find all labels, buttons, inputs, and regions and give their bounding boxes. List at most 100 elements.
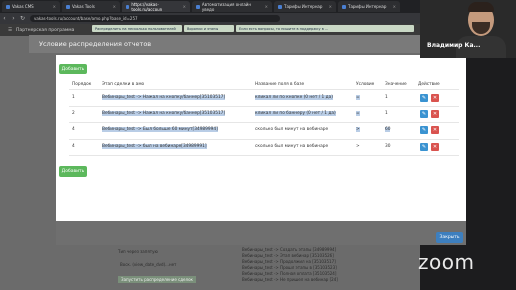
participant-name: Владимир Ка... [427, 42, 481, 49]
table-divider [69, 106, 459, 107]
favicon-icon [126, 4, 130, 9]
row-field: кликал ли по кнопке (0 нет / 1 да) [255, 95, 333, 100]
tab-label: Тарифы Интернар [348, 4, 387, 9]
back-icon[interactable]: ‹ [0, 15, 9, 22]
notice-2: Воронки и этапы [184, 25, 234, 32]
url-input[interactable]: vakas-tools.ru/account/base/amo.php?base… [30, 15, 280, 22]
row-condition: = [356, 95, 360, 100]
row-stage: Вебинары_test -> Нажал на кнопку/баннер[… [102, 111, 226, 116]
row-field: сколько был минут на вебинаре [255, 127, 329, 132]
col-value-header: Значение [385, 82, 407, 87]
row-condition: = [356, 111, 360, 116]
tab-account[interactable]: https://vakas-tools.ru/accoun × [122, 1, 190, 12]
bg-stage-line: Вебинары_test -> Создать этапы [34989994… [242, 247, 337, 252]
close-icon[interactable]: × [113, 4, 116, 9]
table-divider [69, 122, 459, 123]
close-icon: ✕ [432, 95, 438, 101]
row-condition: > [356, 127, 360, 132]
tab-tariffs-1[interactable]: Тарифы Интернар × [274, 1, 336, 12]
row-value: 1 [385, 111, 388, 116]
close-icon[interactable]: × [393, 4, 396, 9]
row-order: 1 [72, 95, 75, 100]
row-field: кликал ли по баннеру (0 нет / 1 да) [255, 111, 336, 116]
modal-header: Условие распределения отчетов [29, 35, 466, 53]
row-field: сколько был минут на вебинаре [255, 144, 329, 149]
add-button-bottom[interactable]: Добавить [59, 166, 87, 177]
nav-label[interactable]: Партнерская программа [16, 28, 74, 33]
favicon-icon [278, 4, 282, 9]
delete-button[interactable]: ✕ [431, 126, 439, 134]
row-order: 4 [72, 144, 75, 149]
bg-label: Тип через запятую [118, 249, 158, 254]
table-divider [69, 89, 459, 90]
edit-button[interactable]: ✎ [420, 110, 428, 118]
delete-button[interactable]: ✕ [431, 143, 439, 151]
favicon-icon [342, 4, 346, 9]
close-icon[interactable]: × [265, 4, 268, 9]
bg-stage-line: Вебинары_test -> Полная оплата [35103524… [242, 271, 337, 276]
close-icon[interactable]: × [329, 4, 332, 9]
nav-icon: ☰ [8, 27, 13, 33]
edit-button[interactable]: ✎ [420, 94, 428, 102]
notice-3: Если есть вопросы, то пишите в поддержку… [236, 25, 414, 32]
delete-button[interactable]: ✕ [431, 94, 439, 102]
bg-stage-line: Вебинары_test -> Не пришел на вебинар [2… [242, 277, 338, 282]
participant-video [420, 0, 516, 58]
pencil-icon: ✎ [421, 95, 427, 101]
pencil-icon: ✎ [421, 127, 427, 133]
url-text: vakas-tools.ru/account/base/amo.php?base… [34, 16, 138, 21]
col-action-header: Действие [418, 82, 440, 87]
edit-button[interactable]: ✎ [420, 126, 428, 134]
close-icon: ✕ [432, 127, 438, 133]
row-value: 1 [385, 95, 388, 100]
col-order-header: Порядок [72, 82, 92, 87]
participant-hair [468, 2, 494, 12]
col-condition-header: Условие [356, 82, 375, 87]
modal-body [56, 55, 466, 221]
favicon-icon [6, 4, 10, 9]
tab-vakas-tools[interactable]: Vakas Tools × [62, 1, 120, 12]
row-order: 4 [72, 127, 75, 132]
bg-stage-line: Вебинары_test -> Прошл этапы в [35103523… [242, 265, 337, 270]
row-order: 2 [72, 111, 75, 116]
bg-stage-line: Вебинары_test -> Продолжил на [35103517] [242, 259, 336, 264]
distribute-button[interactable]: Запустить распределение сделок [118, 276, 196, 283]
tab-tariffs-2[interactable]: Тарифы Интернар × [338, 1, 400, 12]
tab-automation[interactable]: Автоматизация онлайн уведо × [192, 1, 272, 12]
zoom-logo: zoom [418, 250, 475, 274]
close-icon: ✕ [432, 111, 438, 117]
row-value: 60 [385, 127, 391, 132]
row-value: 30 [385, 144, 391, 149]
tab-label: Тарифы Интернар [284, 4, 323, 9]
edit-button[interactable]: ✎ [420, 143, 428, 151]
col-stage-header: Этап сделки в амо [102, 82, 145, 87]
tab-label: https://vakas-tools.ru/accoun [131, 1, 163, 12]
tab-label: Автоматизация онлайн уведо [201, 1, 252, 12]
col-field-header: Название поля в базе [255, 82, 305, 87]
delete-button[interactable]: ✕ [431, 110, 439, 118]
row-condition: > [356, 144, 360, 149]
row-stage: Вебинары_test -> Нажал на кнопку/баннер[… [102, 95, 226, 100]
row-stage: Вебинары_test -> был на вебинаре[3498999… [102, 144, 207, 149]
modal-title: Условие распределения отчетов [39, 40, 152, 48]
notice-1: Распределить на несколько пользователей [92, 25, 182, 32]
add-button[interactable]: Добавить [59, 64, 87, 74]
favicon-icon [196, 4, 200, 9]
pencil-icon: ✎ [421, 144, 427, 150]
pencil-icon: ✎ [421, 111, 427, 117]
tab-label: Vakas Tools [72, 4, 95, 9]
tab-vakas-cms[interactable]: Vakas CMS × [2, 1, 60, 12]
favicon-icon [66, 4, 70, 9]
close-icon: ✕ [432, 144, 438, 150]
tab-label: Vakas CMS [12, 4, 34, 9]
modal-footer [56, 221, 466, 245]
table-divider [69, 139, 459, 140]
row-stage: Вебинары_test -> Был больше 60 минут[349… [102, 127, 218, 132]
forward-icon[interactable]: › [9, 15, 18, 22]
bg-field: Воск. (view_date_dvd)...нет [120, 262, 177, 267]
close-button[interactable]: Закрыть [436, 232, 463, 243]
table-divider [69, 155, 459, 156]
close-icon[interactable]: × [183, 4, 186, 9]
close-icon[interactable]: × [53, 4, 56, 9]
reload-icon[interactable]: ↻ [18, 15, 27, 22]
